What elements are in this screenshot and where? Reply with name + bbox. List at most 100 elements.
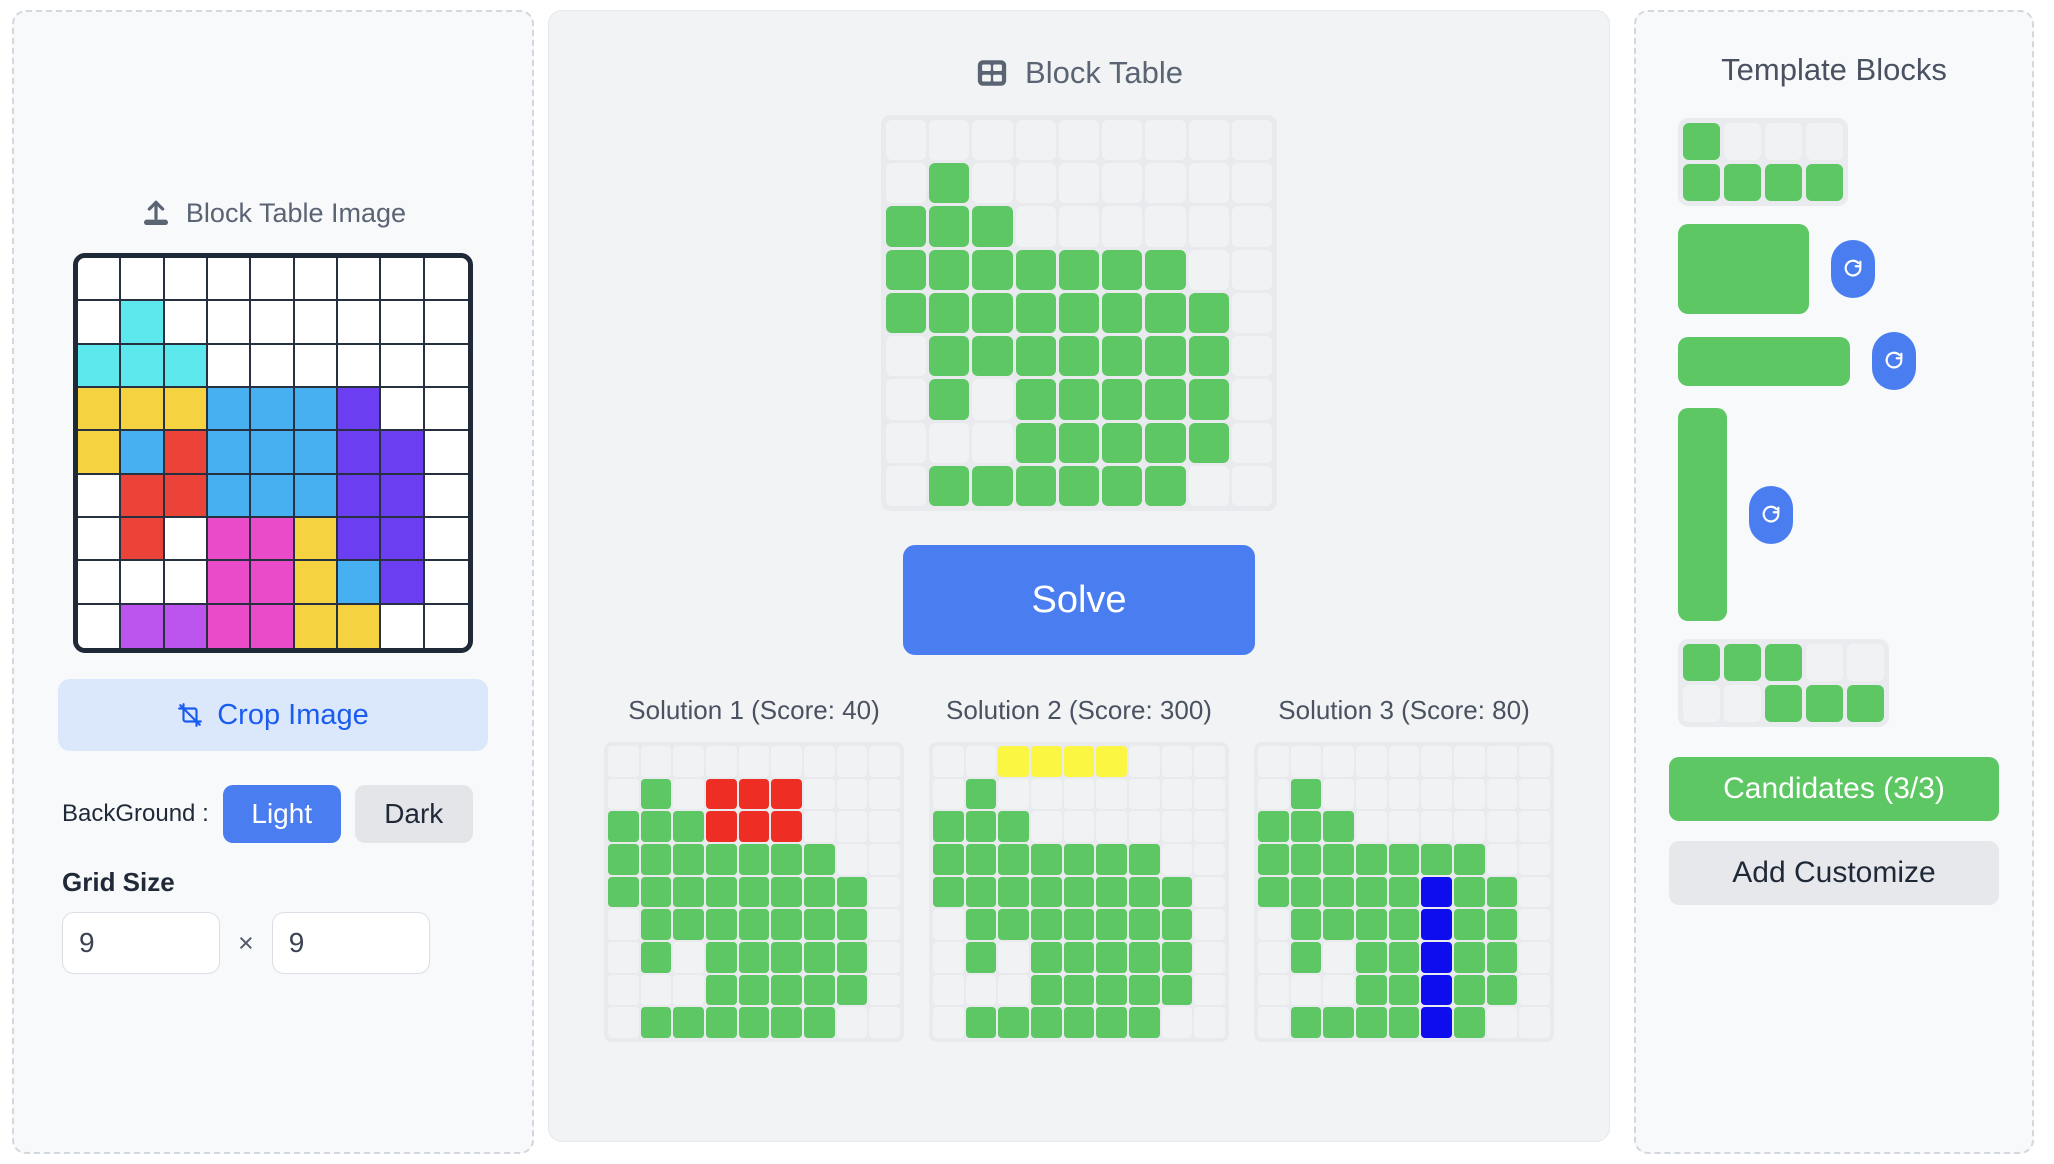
board-cell[interactable] [886, 465, 927, 506]
board-cell[interactable] [1058, 379, 1100, 420]
solution-board[interactable] [604, 742, 904, 1042]
board-cell[interactable] [886, 206, 927, 247]
block-5x1-vertical-line[interactable] [1678, 408, 1727, 621]
board-cell[interactable] [1102, 379, 1143, 420]
board-cell[interactable] [1188, 336, 1229, 377]
board-cell[interactable] [1231, 465, 1272, 506]
board-cell[interactable] [1231, 422, 1272, 463]
board-cell[interactable] [1231, 249, 1272, 290]
board-cell[interactable] [1145, 422, 1186, 463]
board-cell[interactable] [1145, 336, 1186, 377]
board-cell[interactable] [972, 163, 1013, 204]
board-cell[interactable] [886, 422, 927, 463]
board-cell[interactable] [972, 249, 1013, 290]
board-cell[interactable] [1102, 120, 1143, 161]
block-j-piece[interactable] [1678, 118, 1848, 206]
board-cell[interactable] [929, 163, 970, 204]
board-cell[interactable] [929, 292, 970, 334]
board-cell[interactable] [1058, 163, 1100, 204]
board-cell[interactable] [1145, 163, 1186, 204]
board-cell[interactable] [886, 249, 927, 290]
board-cell[interactable] [1188, 206, 1229, 247]
board-cell[interactable] [886, 292, 927, 334]
board-cell[interactable] [972, 206, 1013, 247]
board-cell[interactable] [886, 163, 927, 204]
board-cell[interactable] [929, 336, 970, 377]
block-table-image-preview[interactable] [73, 253, 473, 653]
board-cell[interactable] [929, 422, 970, 463]
crop-image-button[interactable]: Crop Image [58, 679, 488, 751]
board-cell[interactable] [886, 379, 927, 420]
board-cell[interactable] [1188, 379, 1229, 420]
block-table-board[interactable] [881, 115, 1277, 511]
board-cell[interactable] [1015, 379, 1056, 420]
board-cell[interactable] [1015, 336, 1056, 377]
board-cell[interactable] [972, 292, 1013, 334]
board-cell[interactable] [929, 206, 970, 247]
board-cell[interactable] [929, 465, 970, 506]
board-cell[interactable] [1102, 336, 1143, 377]
board-cell[interactable] [1188, 422, 1229, 463]
board-cell[interactable] [1058, 120, 1100, 161]
board-cell[interactable] [1058, 206, 1100, 247]
board-cell[interactable] [972, 120, 1013, 161]
board-cell[interactable] [1145, 465, 1186, 506]
board-cell[interactable] [1058, 422, 1100, 463]
board-cell[interactable] [1231, 379, 1272, 420]
board-cell[interactable] [1231, 206, 1272, 247]
rotate-icon[interactable] [1872, 332, 1916, 390]
background-option-light[interactable]: Light [222, 785, 341, 843]
board-cell[interactable] [1015, 206, 1056, 247]
board-cell[interactable] [1015, 249, 1056, 290]
board-cell[interactable] [972, 379, 1013, 420]
block-s-piece[interactable] [1678, 639, 1889, 727]
board-cell[interactable] [1058, 249, 1100, 290]
board-cell[interactable] [886, 336, 927, 377]
background-option-dark[interactable]: Dark [354, 785, 473, 843]
board-cell[interactable] [972, 422, 1013, 463]
board-cell[interactable] [1102, 422, 1143, 463]
candidates-button[interactable]: Candidates (3/3) [1669, 757, 1999, 821]
rotate-icon[interactable] [1749, 485, 1793, 544]
board-cell[interactable] [886, 120, 927, 161]
board-cell[interactable] [1231, 292, 1272, 334]
block-2x3-rect[interactable] [1678, 224, 1809, 314]
board-cell[interactable] [1015, 465, 1056, 506]
board-cell[interactable] [1145, 206, 1186, 247]
board-cell[interactable] [1058, 465, 1100, 506]
board-cell[interactable] [1015, 163, 1056, 204]
board-cell[interactable] [1058, 292, 1100, 334]
board-cell[interactable] [1231, 163, 1272, 204]
board-cell[interactable] [1145, 249, 1186, 290]
board-cell[interactable] [1188, 163, 1229, 204]
board-cell[interactable] [929, 249, 970, 290]
board-cell[interactable] [1015, 292, 1056, 334]
board-cell[interactable] [1102, 292, 1143, 334]
add-customize-button[interactable]: Add Customize [1669, 841, 1999, 905]
board-cell[interactable] [1102, 206, 1143, 247]
solution-board[interactable] [1254, 742, 1554, 1042]
board-cell[interactable] [929, 379, 970, 420]
board-cell[interactable] [1145, 292, 1186, 334]
board-cell[interactable] [972, 336, 1013, 377]
board-cell[interactable] [1102, 163, 1143, 204]
board-cell[interactable] [1015, 422, 1056, 463]
rotate-icon[interactable] [1831, 240, 1875, 298]
board-cell[interactable] [929, 120, 970, 161]
board-cell[interactable] [1145, 120, 1186, 161]
board-cell[interactable] [1145, 379, 1186, 420]
board-cell[interactable] [1102, 249, 1143, 290]
board-cell[interactable] [1188, 465, 1229, 506]
board-cell[interactable] [972, 465, 1013, 506]
board-cell[interactable] [1058, 336, 1100, 377]
grid-height-input[interactable] [271, 912, 430, 974]
board-cell[interactable] [1102, 465, 1143, 506]
board-cell[interactable] [1188, 292, 1229, 334]
board-cell[interactable] [1231, 336, 1272, 377]
grid-width-input[interactable] [62, 912, 220, 974]
board-cell[interactable] [1015, 120, 1056, 161]
board-cell[interactable] [1188, 120, 1229, 161]
board-cell[interactable] [1188, 249, 1229, 290]
board-cell[interactable] [1231, 120, 1272, 161]
solution-board[interactable] [929, 742, 1229, 1042]
